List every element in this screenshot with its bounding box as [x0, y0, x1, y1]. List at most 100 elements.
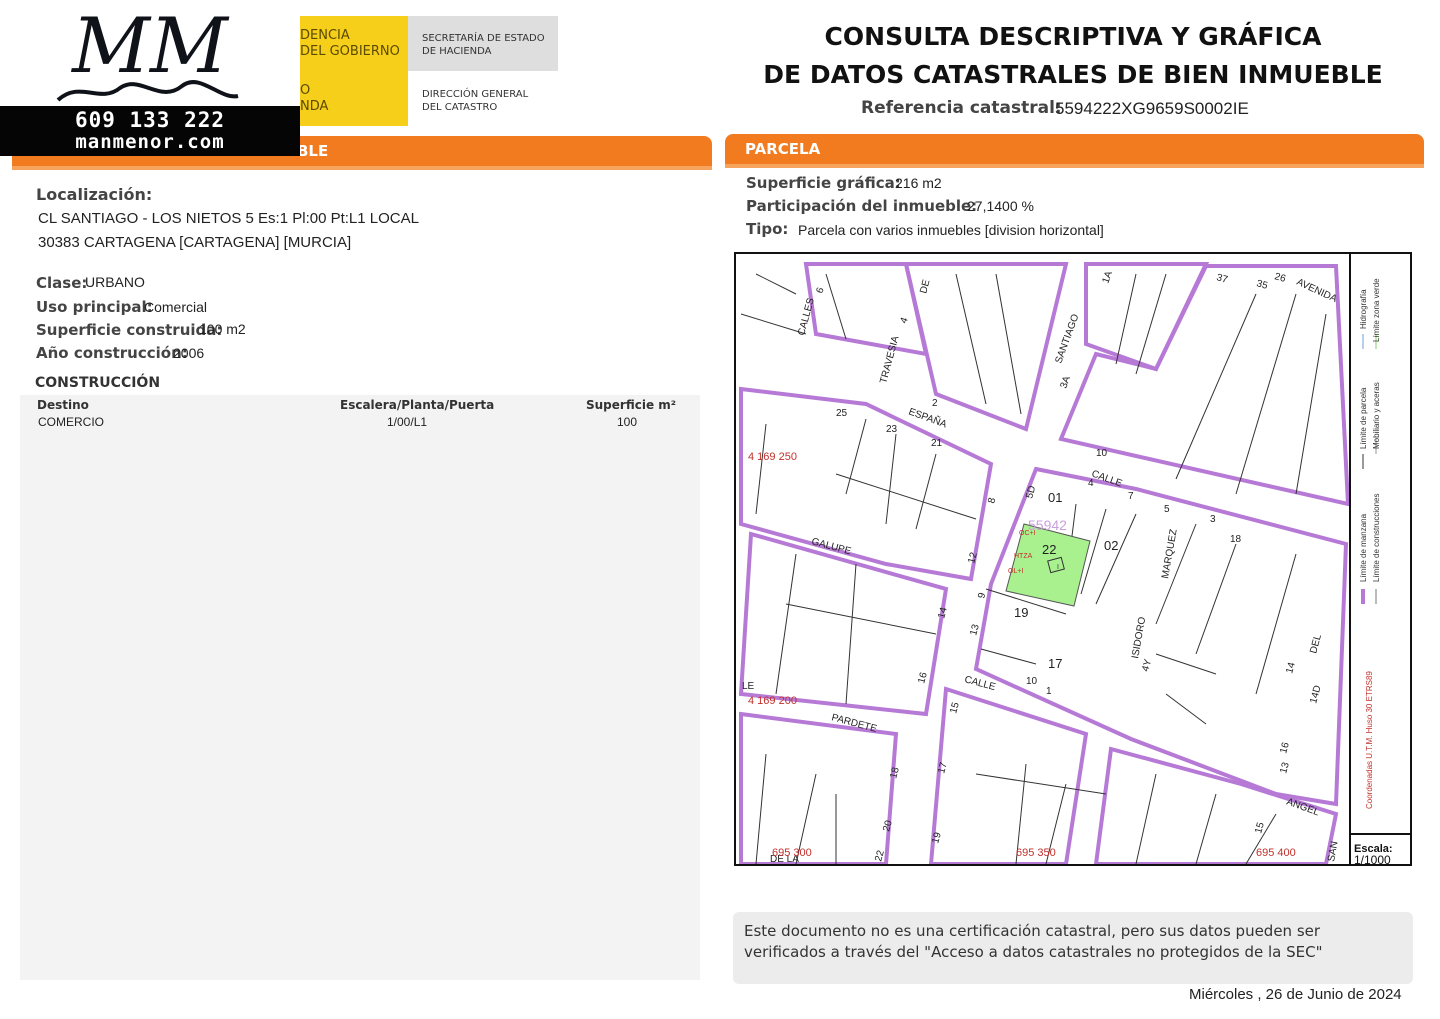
svg-text:12: 12	[966, 551, 980, 565]
direccion-general: DIRECCIÓN GENERAL DEL CATASTRO	[422, 88, 528, 114]
ministry-logo-block: DENCIA DEL GOBIERNO O NDA	[300, 16, 408, 126]
svg-text:695 400: 695 400	[1256, 847, 1296, 859]
svg-text:3A: 3A	[1058, 374, 1073, 390]
logo-website: manmenor.com	[75, 131, 225, 153]
svg-text:20: 20	[881, 819, 895, 833]
logo-contact-strip: 609 133 222 manmenor.com	[0, 106, 300, 156]
svg-text:3: 3	[1210, 514, 1216, 525]
svg-text:DEL: DEL	[1308, 633, 1324, 655]
svg-text:35: 35	[1255, 278, 1269, 292]
disclaimer-notice: Este documento no es una certificación c…	[733, 912, 1413, 984]
localizacion-label: Localización:	[36, 185, 153, 204]
anio-value: 2006	[173, 345, 205, 361]
coordinate-labels: 4 169 250 4 169 200 695 300 695 350 695 …	[748, 451, 1296, 859]
svg-text:PARDETE: PARDETE	[830, 712, 878, 735]
uso-label: Uso principal:	[36, 298, 153, 316]
svg-text:4 169 250: 4 169 250	[748, 451, 797, 463]
svg-text:25: 25	[836, 408, 848, 419]
divider	[725, 164, 1424, 168]
table-header-superficie: Superficie m²	[586, 398, 677, 412]
svg-text:4: 4	[898, 316, 910, 325]
localizacion-line2: 30383 CARTAGENA [CARTAGENA] [MURCIA]	[38, 234, 352, 251]
document-date: Miércoles , 26 de Junio de 2024	[1189, 986, 1402, 1003]
svg-text:10: 10	[1096, 448, 1108, 459]
title-line: CONSULTA DESCRIPTIVA Y GRÁFICA	[824, 22, 1322, 51]
logo-phone: 609 133 222	[74, 108, 226, 132]
svg-text:01: 01	[1048, 490, 1062, 505]
clase-label: Clase:	[36, 274, 88, 292]
svg-text:Mobiliario y aceras: Mobiliario y aceras	[1372, 382, 1381, 449]
participacion-value: 27,1400 %	[967, 198, 1034, 214]
svg-text:14: 14	[1284, 661, 1298, 675]
sec-estado-line: DE HACIENDA	[422, 46, 492, 57]
sup-grafica-label: Superficie gráfica:	[746, 174, 901, 192]
section-title-partial: BLE	[297, 142, 329, 160]
svg-text:Límite de construcciones: Límite de construcciones	[1372, 494, 1381, 583]
svg-text:26: 26	[1273, 271, 1287, 285]
clase-value: URBANO	[85, 274, 145, 290]
svg-text:OC+I: OC+I	[1019, 530, 1036, 537]
tipo-label: Tipo:	[746, 220, 789, 238]
svg-text:1: 1	[1046, 686, 1052, 697]
svg-text:21: 21	[931, 438, 943, 449]
mm-monogram-icon: MM	[56, 1, 239, 102]
svg-text:OL+I: OL+I	[1008, 568, 1023, 575]
svg-text:18: 18	[1230, 534, 1242, 545]
map-legend: Coordenadas U.T.M. Huso 30 ETRS89 Límite…	[1359, 278, 1381, 809]
sec-estado-box: SECRETARÍA DE ESTADO DE HACIENDA	[408, 16, 558, 71]
referencia-label: Referencia catastral:	[861, 98, 1062, 118]
svg-text:SANTIAGO: SANTIAGO	[1053, 312, 1081, 365]
cell-destino: COMERCIO	[38, 415, 104, 429]
svg-text:4 169 200: 4 169 200	[748, 695, 797, 707]
ministry-text-line: NDA	[300, 99, 329, 114]
svg-text:4Y: 4Y	[1140, 658, 1154, 673]
dir-general-line: DIRECCIÓN GENERAL	[422, 89, 529, 100]
svg-text:19: 19	[930, 831, 944, 845]
svg-text:17: 17	[1048, 656, 1062, 671]
sec-estado-line: SECRETARÍA DE ESTADO	[422, 33, 545, 44]
map-canvas: CALLES TRAVESIA DE SANTIAGO ESPAÑA CALLE…	[738, 254, 1410, 864]
svg-text:13: 13	[1278, 761, 1292, 775]
svg-text:6: 6	[814, 286, 826, 295]
svg-text:CALLE: CALLE	[1090, 468, 1124, 489]
dir-general-line: DEL CATASTRO	[422, 102, 498, 113]
referencia-value: 5594222XG9659S0002IE	[1055, 99, 1249, 118]
svg-text:14D: 14D	[1308, 684, 1323, 705]
svg-text:18: 18	[888, 766, 902, 780]
anio-label: Año construcción:	[36, 344, 188, 362]
svg-text:7: 7	[1128, 491, 1134, 502]
cell-superficie: 100	[617, 415, 638, 429]
parcela-section-header: PARCELA	[725, 134, 1424, 164]
svg-text:37: 37	[1215, 272, 1229, 286]
svg-text:1A: 1A	[1100, 269, 1115, 285]
page-title: CONSULTA DESCRIPTIVA Y GRÁFICA DE DATOS …	[760, 18, 1386, 94]
svg-text:16: 16	[1278, 741, 1292, 755]
divider	[12, 166, 712, 170]
table-header-escalera: Escalera/Planta/Puerta	[340, 398, 495, 412]
sup-grafica-value: 216 m2	[895, 175, 942, 191]
ministry-text-line: DEL GOBIERNO	[300, 44, 400, 59]
svg-text:Límite de manzana: Límite de manzana	[1359, 513, 1368, 582]
svg-text:2: 2	[932, 398, 938, 409]
cell-escalera: 1/00/L1	[387, 415, 428, 429]
svg-text:695 300: 695 300	[772, 847, 812, 859]
svg-text:14: 14	[936, 606, 950, 620]
svg-text:Límite de parcela: Límite de parcela	[1359, 387, 1368, 449]
svg-text:MM: MM	[70, 1, 230, 90]
svg-text:4: 4	[1088, 478, 1094, 489]
svg-text:AVENIDA: AVENIDA	[1295, 277, 1339, 305]
svg-text:16: 16	[916, 671, 930, 685]
title-line: DE DATOS CATASTRALES DE BIEN INMUEBLE	[763, 60, 1383, 89]
cadastral-map[interactable]: CALLES TRAVESIA DE SANTIAGO ESPAÑA CALLE…	[734, 252, 1412, 866]
svg-text:I: I	[1057, 564, 1059, 571]
svg-text:Coordenadas U.T.M. Huso 30 ETR: Coordenadas U.T.M. Huso 30 ETRS89	[1365, 671, 1374, 809]
svg-text:5D: 5D	[1024, 485, 1038, 500]
localizacion-line1: CL SANTIAGO - LOS NIETOS 5 Es:1 Pl:00 Pt…	[38, 210, 419, 227]
superficie-label: Superficie construida:	[36, 321, 223, 339]
construccion-table: Destino Escalera/Planta/Puerta Superfici…	[20, 395, 700, 980]
parcela-title: PARCELA	[745, 140, 821, 158]
svg-text:TRAVESIA: TRAVESIA	[878, 335, 901, 385]
svg-text:02: 02	[1104, 538, 1118, 553]
svg-text:HTZA: HTZA	[1014, 553, 1033, 560]
svg-text:LE: LE	[742, 681, 755, 692]
